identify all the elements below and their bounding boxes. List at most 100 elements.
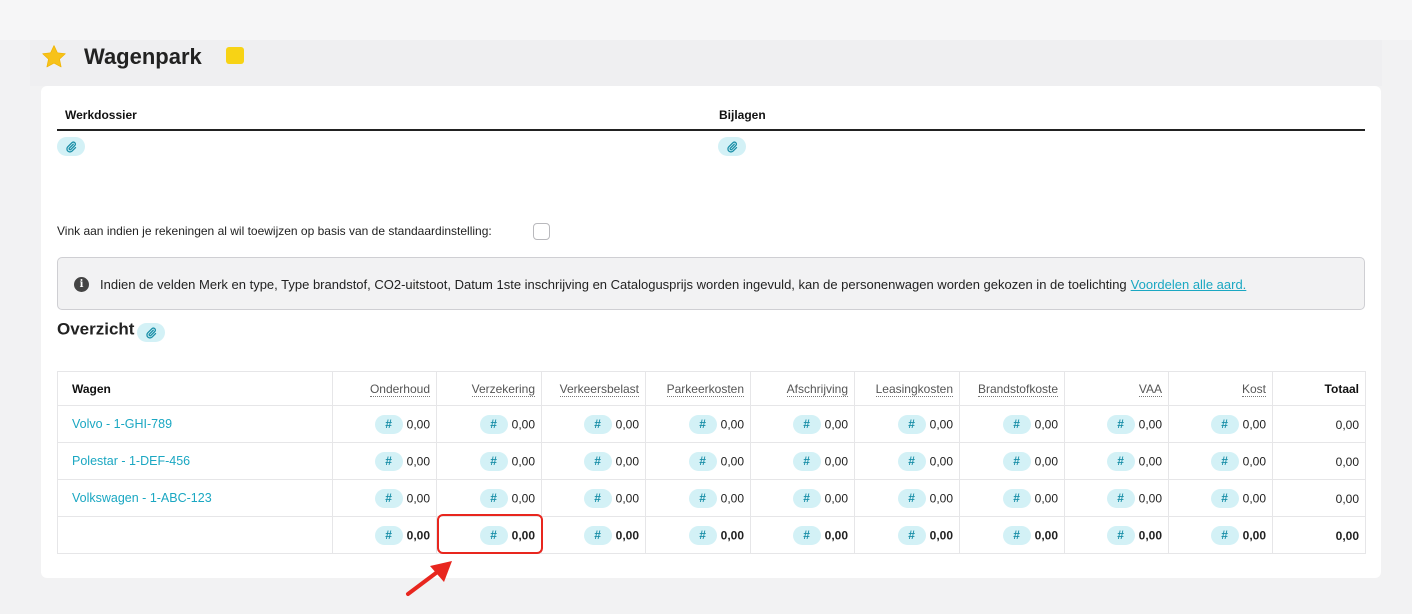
hash-icon[interactable]: # <box>1106 488 1135 508</box>
cell-value: 0,00 <box>824 491 848 505</box>
hash-icon[interactable]: # <box>792 451 821 471</box>
info-text: Indien de velden Merk en type, Type bran… <box>100 277 1246 292</box>
column-header-label: Brandstofkoste <box>977 381 1058 397</box>
cell-value: 0,00 <box>1242 491 1266 505</box>
main-panel: Werkdossier Bijlagen Vink aan indien je … <box>41 86 1381 578</box>
value-cell: #0,00 <box>436 442 542 480</box>
hash-icon[interactable]: # <box>1210 414 1239 434</box>
hash-icon[interactable]: # <box>897 488 926 508</box>
cell-value: 0,00 <box>720 417 744 431</box>
hash-icon[interactable]: # <box>583 525 612 545</box>
column-header-label: Verzekering <box>471 381 535 397</box>
hash-icon[interactable]: # <box>479 451 508 471</box>
cell-value: 0,00 <box>824 454 848 468</box>
voordelen-link[interactable]: Voordelen alle aard. <box>1131 277 1247 292</box>
cell-value: 0,00 <box>1034 454 1058 468</box>
hash-icon[interactable]: # <box>792 414 821 434</box>
car-cell: Volvo - 1-GHI-789 <box>57 405 333 443</box>
value-cell: #0,00 <box>541 479 646 517</box>
cell-value: 0,00 <box>1335 454 1359 469</box>
column-header[interactable]: Verzekering <box>436 371 542 406</box>
hash-icon[interactable]: # <box>479 488 508 508</box>
value-cell: #0,00 <box>1168 479 1273 517</box>
value-cell: #0,00 <box>750 516 855 554</box>
value-cell: #0,00 <box>750 479 855 517</box>
hash-icon[interactable]: # <box>479 414 508 434</box>
car-link[interactable]: Volvo - 1-GHI-789 <box>72 417 172 431</box>
paperclip-icon <box>66 140 77 153</box>
value-cell: #0,00 <box>332 516 437 554</box>
table-body: Volvo - 1-GHI-789 #0,00 #0,00 #0,00 #0,00 #0,… <box>57 405 1366 554</box>
hash-icon[interactable]: # <box>1210 488 1239 508</box>
hash-icon[interactable]: # <box>1002 414 1031 434</box>
hash-icon[interactable]: # <box>1002 451 1031 471</box>
column-header[interactable]: Afschrijving <box>750 371 855 406</box>
hash-icon[interactable]: # <box>583 488 612 508</box>
cell-value: 0,00 <box>511 454 535 468</box>
car-link[interactable]: Volkswagen - 1-ABC-123 <box>72 491 212 505</box>
default-assign-checkbox[interactable] <box>533 223 550 240</box>
hash-icon[interactable]: # <box>792 488 821 508</box>
hash-icon[interactable]: # <box>1106 525 1135 545</box>
column-header[interactable]: Parkeerkosten <box>645 371 751 406</box>
hash-icon[interactable]: # <box>1210 451 1239 471</box>
hash-icon[interactable]: # <box>374 451 403 471</box>
column-header[interactable]: Verkeersbelast <box>541 371 646 406</box>
value-cell: #0,00 <box>541 442 646 480</box>
value-cell: #0,00 <box>1064 516 1169 554</box>
column-header[interactable]: Kost <box>1168 371 1273 406</box>
totals-label-cell <box>57 516 333 554</box>
hash-icon[interactable]: # <box>1002 488 1031 508</box>
value-cell: #0,00 <box>959 516 1065 554</box>
cell-value: 0,00 <box>929 417 953 431</box>
column-header[interactable]: VAA <box>1064 371 1169 406</box>
page-title: Wagenpark <box>84 44 202 69</box>
hash-icon[interactable]: # <box>688 414 717 434</box>
hash-icon[interactable]: # <box>1002 525 1031 545</box>
overview-attach-button[interactable] <box>137 323 166 342</box>
hash-icon[interactable]: # <box>583 414 612 434</box>
hash-icon[interactable]: # <box>688 488 717 508</box>
car-cell: Polestar - 1-DEF-456 <box>57 442 333 480</box>
star-icon[interactable] <box>40 43 68 71</box>
hash-icon[interactable]: # <box>688 451 717 471</box>
hash-icon[interactable]: # <box>897 525 926 545</box>
overview-table: Wagen Onderhoud Verzekering Verkeersbela… <box>57 371 1366 554</box>
cell-value: 0,00 <box>511 491 535 505</box>
hash-icon[interactable]: # <box>374 488 403 508</box>
hash-icon[interactable]: # <box>897 414 926 434</box>
column-header-label: Leasingkosten <box>875 381 953 397</box>
hash-icon[interactable]: # <box>792 525 821 545</box>
hash-icon[interactable]: # <box>583 451 612 471</box>
table-row: Volvo - 1-GHI-789 #0,00 #0,00 #0,00 #0,00 #0,… <box>57 405 1366 443</box>
hash-icon[interactable]: # <box>897 451 926 471</box>
cell-value: 0,00 <box>720 454 744 468</box>
hash-icon[interactable]: # <box>374 414 403 434</box>
hash-icon[interactable]: # <box>688 525 717 545</box>
value-cell: #0,00 <box>645 405 751 443</box>
cell-value: 0,00 <box>1034 528 1058 542</box>
cell-value: 0,00 <box>615 417 639 431</box>
hash-icon[interactable]: # <box>1210 525 1239 545</box>
hash-icon[interactable]: # <box>374 525 403 545</box>
column-header[interactable]: Brandstofkoste <box>959 371 1065 406</box>
hash-icon[interactable]: # <box>1106 451 1135 471</box>
hash-icon[interactable]: # <box>1106 414 1135 434</box>
value-cell: #0,00 <box>854 405 960 443</box>
column-header[interactable]: Leasingkosten <box>854 371 960 406</box>
cell-value: 0,00 <box>615 491 639 505</box>
column-header-label: Afschrijving <box>786 381 848 397</box>
werkdossier-attach-button[interactable] <box>57 137 85 156</box>
cell-value: 0,00 <box>929 528 953 542</box>
highlight-box <box>437 514 543 554</box>
value-cell: #0,00 <box>959 442 1065 480</box>
value-cell: #0,00 <box>436 405 542 443</box>
table-row: Volkswagen - 1-ABC-123 #0,00 #0,00 #0,00 #0,… <box>57 479 1366 517</box>
value-cell: #0,00 <box>645 516 751 554</box>
column-header[interactable]: Onderhoud <box>332 371 437 406</box>
car-link[interactable]: Polestar - 1-DEF-456 <box>72 454 190 468</box>
color-tag[interactable] <box>226 47 244 64</box>
werkdossier-label: Werkdossier <box>65 108 137 122</box>
bijlagen-attach-button[interactable] <box>718 137 746 156</box>
value-cell: #0,00 <box>750 405 855 443</box>
